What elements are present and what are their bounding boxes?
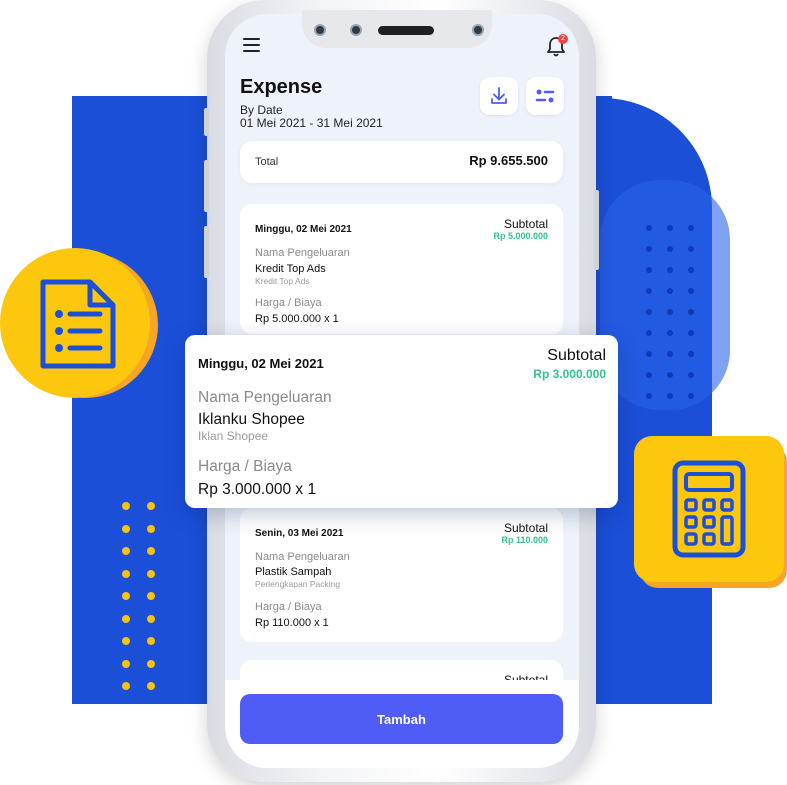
- calculator-badge: [634, 436, 787, 588]
- expense-category: Kredit Top Ads: [255, 276, 310, 286]
- calculator-icon: [672, 460, 746, 558]
- highlighted-expense-card[interactable]: Minggu, 02 Mei 2021 Subtotal Rp 3.000.00…: [185, 335, 618, 508]
- expense-price: Rp 3.000.000 x 1: [198, 481, 317, 498]
- expense-category: Iklan Shopee: [198, 429, 269, 443]
- expense-name: Iklanku Shopee: [198, 411, 305, 428]
- hamburger-icon[interactable]: [243, 38, 260, 52]
- filter-label: By Date: [240, 103, 283, 117]
- expense-date: Senin, 03 Mei 2021: [255, 528, 344, 539]
- front-sensor: [350, 24, 362, 36]
- subtotal-label: Subtotal: [503, 521, 548, 535]
- expense-category: Perlengkapan Packing: [255, 579, 341, 589]
- total-value: Rp 9.655.500: [469, 153, 548, 168]
- expense-price-label: Harga / Biaya: [255, 297, 322, 309]
- proximity-sensor: [472, 24, 484, 36]
- notification-count-badge: 2: [558, 34, 568, 44]
- filter-icon: [535, 89, 555, 103]
- expense-card[interactable]: Minggu, 02 Mei 2021 Subtotal Rp 5.000.00…: [240, 204, 563, 334]
- notification-button[interactable]: 2: [546, 34, 568, 57]
- expense-name: Kredit Top Ads: [255, 263, 326, 275]
- subtotal-value: Rp 5.000.000: [493, 231, 548, 241]
- filter-button[interactable]: [526, 77, 564, 115]
- earpiece-speaker: [378, 26, 434, 35]
- total-label: Total: [255, 156, 279, 168]
- expense-price: Rp 110.000 x 1: [255, 617, 329, 629]
- page-title: Expense: [240, 76, 323, 98]
- expense-date: Minggu, 02 Mei 2021: [255, 224, 352, 235]
- yellow-dot-pattern: [122, 502, 172, 705]
- expense-name-label: Nama Pengeluaran: [198, 389, 332, 406]
- expense-name-label: Nama Pengeluaran: [255, 247, 350, 259]
- expense-price-label: Harga / Biaya: [255, 601, 322, 613]
- add-expense-button[interactable]: Tambah: [240, 694, 563, 744]
- total-card: Total Rp 9.655.500: [240, 141, 563, 183]
- expense-card[interactable]: Senin, 03 Mei 2021 Subtotal Rp 110.000 N…: [240, 508, 563, 642]
- document-badge: [0, 248, 158, 406]
- date-range: 01 Mei 2021 - 31 Mei 2021: [240, 116, 383, 130]
- expense-date: Minggu, 02 Mei 2021: [198, 356, 324, 371]
- expense-price-label: Harga / Biaya: [198, 458, 292, 475]
- download-button[interactable]: [480, 77, 518, 115]
- expense-name-label: Nama Pengeluaran: [255, 551, 350, 563]
- expense-price: Rp 5.000.000 x 1: [255, 313, 339, 325]
- subtotal-label: Subtotal: [503, 217, 548, 231]
- front-camera: [314, 24, 326, 36]
- download-icon: [491, 87, 507, 104]
- subtotal-value: Rp 110.000: [501, 535, 548, 545]
- expense-name: Plastik Sampah: [255, 566, 332, 578]
- subtotal-label: Subtotal: [547, 347, 606, 364]
- blue-dot-pattern: [646, 225, 709, 414]
- subtotal-value: Rp 3.000.000: [533, 367, 606, 381]
- document-icon: [40, 279, 116, 369]
